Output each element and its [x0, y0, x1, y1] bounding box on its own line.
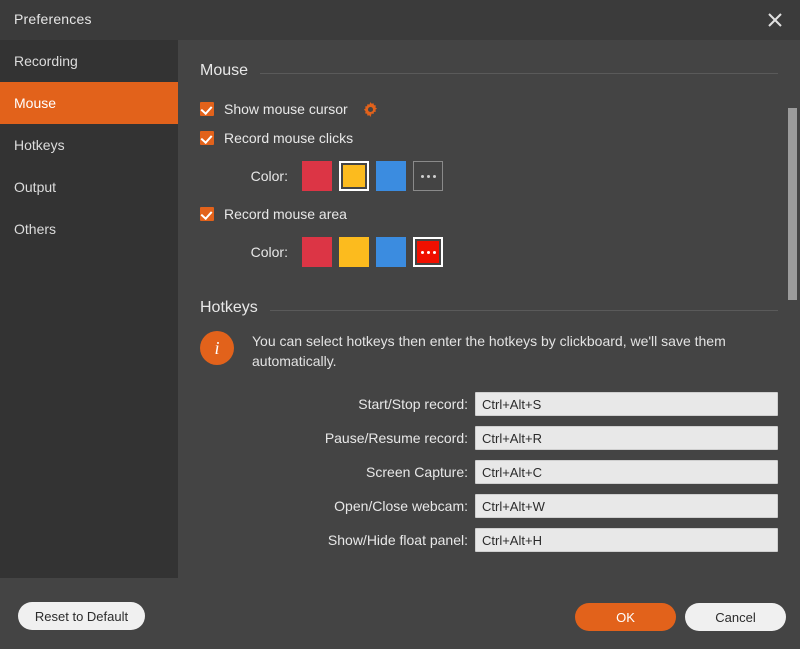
- hotkey-row: Show/Hide float panel:: [200, 528, 778, 552]
- swatch-fill: [376, 161, 406, 191]
- swatch-fill: [343, 165, 365, 187]
- hotkey-row: Start/Stop record:: [200, 392, 778, 416]
- scrollbar-thumb[interactable]: [788, 108, 797, 300]
- hotkey-label: Show/Hide float panel:: [327, 532, 468, 548]
- record-mouse-area-row[interactable]: Record mouse area: [200, 206, 347, 222]
- mouse-section-title: Mouse: [200, 62, 249, 79]
- sidebar-item-label: Recording: [14, 53, 78, 69]
- hotkey-input-show-hide-float-panel[interactable]: [475, 528, 778, 552]
- record-clicks-color-row: Color:: [200, 161, 450, 191]
- hotkey-label: Pause/Resume record:: [324, 430, 468, 446]
- cancel-button[interactable]: Cancel: [685, 603, 786, 631]
- swatch-fill: [376, 237, 406, 267]
- hotkeys-section-header: Hotkeys: [200, 299, 778, 317]
- ellipsis-icon: [420, 250, 436, 254]
- record-area-color-row: Color:: [200, 237, 450, 267]
- sidebar-item-output[interactable]: Output: [0, 166, 178, 208]
- ellipsis-icon: [420, 174, 436, 178]
- gear-glyph: [364, 101, 378, 117]
- show-mouse-cursor-row[interactable]: Show mouse cursor: [200, 100, 380, 118]
- hotkey-row: Pause/Resume record:: [200, 426, 778, 450]
- sidebar-item-label: Mouse: [14, 95, 57, 111]
- color-swatch-yellow[interactable]: [339, 161, 369, 191]
- settings-content: Mouse Show mouse cursor Record mouse cli…: [178, 40, 800, 578]
- color-swatch-more[interactable]: [413, 161, 443, 191]
- section-divider: [260, 72, 778, 74]
- record-mouse-area-checkbox[interactable]: [200, 207, 214, 221]
- show-mouse-cursor-checkbox[interactable]: [200, 102, 214, 116]
- ok-button[interactable]: OK: [575, 603, 676, 631]
- sidebar-item-mouse[interactable]: Mouse: [0, 82, 178, 124]
- color-swatch-red[interactable]: [302, 237, 332, 267]
- hotkeys-section-title: Hotkeys: [200, 299, 258, 316]
- sidebar: Recording Mouse Hotkeys Output Others: [0, 40, 178, 578]
- color-swatch-red[interactable]: [302, 161, 332, 191]
- record-mouse-area-label: Record mouse area: [224, 206, 347, 222]
- section-divider: [269, 309, 778, 311]
- hotkey-label: Open/Close webcam:: [334, 498, 468, 514]
- close-glyph: [768, 13, 782, 27]
- info-icon: i: [200, 331, 234, 365]
- color-swatch-yellow[interactable]: [339, 237, 369, 267]
- preferences-dialog: Preferences Recording Mouse Hotkeys Outp…: [0, 0, 800, 649]
- gear-icon[interactable]: [362, 100, 380, 118]
- sidebar-item-others[interactable]: Others: [0, 208, 178, 250]
- record-mouse-clicks-checkbox[interactable]: [200, 131, 214, 145]
- color-swatch-blue[interactable]: [376, 161, 406, 191]
- content-scrollbar[interactable]: [786, 40, 798, 578]
- hotkey-row: Open/Close webcam:: [200, 494, 778, 518]
- sidebar-item-label: Others: [14, 221, 57, 237]
- hotkey-input-screen-capture[interactable]: [475, 460, 778, 484]
- record-clicks-color-label: Color:: [250, 168, 288, 184]
- title-bar: Preferences: [0, 0, 800, 40]
- swatch-fill: [302, 161, 332, 191]
- sidebar-item-label: Hotkeys: [14, 137, 65, 153]
- hotkey-input-start-stop-record[interactable]: [475, 392, 778, 416]
- hotkeys-info-banner: i You can select hotkeys then enter the …: [200, 331, 760, 371]
- record-mouse-clicks-label: Record mouse clicks: [224, 130, 354, 146]
- hotkey-input-pause-resume-record[interactable]: [475, 426, 778, 450]
- reset-to-default-button[interactable]: Reset to Default: [18, 602, 145, 630]
- swatch-fill: [302, 237, 332, 267]
- hotkey-label: Start/Stop record:: [358, 396, 468, 412]
- hotkeys-info-text: You can select hotkeys then enter the ho…: [252, 333, 726, 369]
- record-area-color-label: Color:: [250, 244, 288, 260]
- hotkey-row: Screen Capture:: [200, 460, 778, 484]
- hotkey-input-open-close-webcam[interactable]: [475, 494, 778, 518]
- sidebar-item-recording[interactable]: Recording: [0, 40, 178, 82]
- swatch-fill: [339, 237, 369, 267]
- close-icon[interactable]: [758, 4, 792, 36]
- hotkey-label: Screen Capture:: [366, 464, 468, 480]
- show-mouse-cursor-label: Show mouse cursor: [224, 101, 348, 117]
- sidebar-item-hotkeys[interactable]: Hotkeys: [0, 124, 178, 166]
- color-swatch-more[interactable]: [413, 237, 443, 267]
- mouse-section-header: Mouse: [200, 62, 778, 80]
- sidebar-item-label: Output: [14, 179, 57, 195]
- window-title: Preferences: [14, 11, 92, 27]
- record-mouse-clicks-row[interactable]: Record mouse clicks: [200, 130, 353, 146]
- color-swatch-blue[interactable]: [376, 237, 406, 267]
